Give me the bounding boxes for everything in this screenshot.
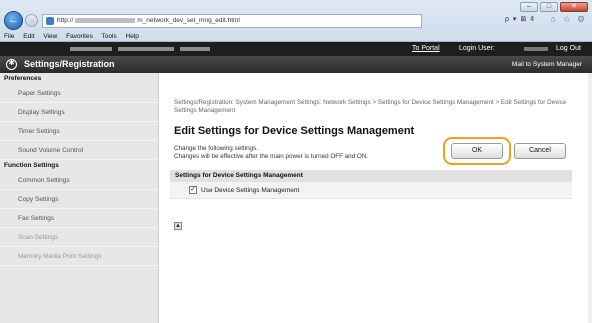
sidebar: Preferences Paper Settings Display Setti…	[0, 73, 159, 323]
cancel-button[interactable]: Cancel	[514, 143, 566, 159]
login-user-redacted	[524, 47, 548, 51]
section-header-bar: ✱ Settings/Registration Mail to System M…	[0, 56, 592, 73]
sidebar-item-fax-settings[interactable]: Fax Settings	[0, 209, 158, 228]
address-bar[interactable]: http:// m_network_dev_set_mng_edit.html	[42, 14, 422, 28]
device-name-redacted	[118, 47, 174, 51]
description-line-2: Changes will be effective after the main…	[174, 153, 369, 160]
settings-row: ✓ Use Device Settings Management	[170, 182, 572, 199]
settings-section-heading: Settings for Device Settings Management	[170, 170, 572, 182]
sidebar-item-scan-settings[interactable]: Scan Settings	[0, 228, 158, 247]
sidebar-item-display-settings[interactable]: Display Settings	[0, 103, 158, 122]
home-icon[interactable]: ⌂	[548, 14, 558, 24]
breadcrumb: Settings/Registration: System Management…	[174, 99, 567, 114]
nav-row: ← → http:// m_network_dev_set_mng_edit.ht…	[0, 10, 592, 32]
device-name-redacted	[70, 47, 112, 51]
address-prefix: http://	[57, 17, 74, 24]
gear-icon[interactable]: ⚙	[576, 14, 586, 24]
login-user-label: Login User:	[459, 45, 495, 52]
sidebar-item-paper-settings[interactable]: Paper Settings	[0, 84, 158, 103]
menu-view[interactable]: View	[43, 33, 57, 40]
menu-bar: File Edit View Favorites Tools Help	[0, 32, 592, 42]
to-portal-link[interactable]: To Portal	[412, 44, 440, 54]
page-title: Edit Settings for Device Settings Manage…	[174, 125, 415, 137]
menu-edit[interactable]: Edit	[23, 33, 34, 40]
description: Change the following settings. Changes w…	[174, 145, 368, 161]
ok-button[interactable]: OK	[451, 143, 503, 159]
description-line-1: Change the following settings.	[174, 145, 259, 152]
menu-help[interactable]: Help	[126, 33, 139, 40]
mail-to-system-manager-link[interactable]: Mail to System Manager	[512, 60, 582, 69]
log-out-link[interactable]: Log Out	[556, 44, 581, 54]
back-arrow-icon[interactable]: ←	[4, 11, 23, 30]
favicon-icon	[46, 17, 54, 25]
use-device-settings-management-label[interactable]: Use Device Settings Management	[201, 186, 299, 195]
scroll-to-top-icon[interactable]: ▲	[174, 222, 182, 230]
sidebar-heading-function-settings: Function Settings	[4, 162, 59, 169]
browser-chrome: – □ ✕ ← → http://m_network_dev_set_mng_e…	[0, 0, 592, 42]
sidebar-item-sound-volume-control[interactable]: Sound Volume Control	[0, 141, 158, 160]
sidebar-item-timer-settings[interactable]: Timer Settings	[0, 122, 158, 141]
menu-file[interactable]: File	[4, 33, 14, 40]
settings-icon: ✱	[6, 59, 17, 70]
use-device-settings-management-checkbox[interactable]: ✓	[189, 186, 197, 194]
main-content: Settings/Registration: System Management…	[159, 73, 592, 323]
scrollbar[interactable]	[588, 73, 592, 323]
address-path: m_network_dev_set_mng_edit.html	[137, 17, 240, 24]
address-tools[interactable]: ρ ▾ ⊠ ¢	[505, 15, 535, 23]
menu-favorites[interactable]: Favorites	[66, 33, 93, 40]
section-title: Settings/Registration	[24, 59, 115, 69]
favorites-star-icon[interactable]: ☆	[562, 14, 572, 24]
sidebar-heading-preferences: Preferences	[4, 75, 42, 82]
sidebar-item-common-settings[interactable]: Common Settings	[0, 171, 158, 190]
sidebar-item-copy-settings[interactable]: Copy Settings	[0, 190, 158, 209]
toolbar-icons: ⌂ ☆ ⚙	[548, 14, 586, 24]
top-header-bar: To Portal Login User: Log Out	[0, 42, 592, 56]
device-name-redacted	[180, 47, 210, 51]
address-redacted	[75, 17, 136, 23]
sidebar-item-memory-media-print-settings[interactable]: Memory Media Print Settings	[0, 247, 158, 266]
forward-arrow-icon[interactable]: →	[25, 14, 38, 27]
menu-tools[interactable]: Tools	[102, 33, 117, 40]
